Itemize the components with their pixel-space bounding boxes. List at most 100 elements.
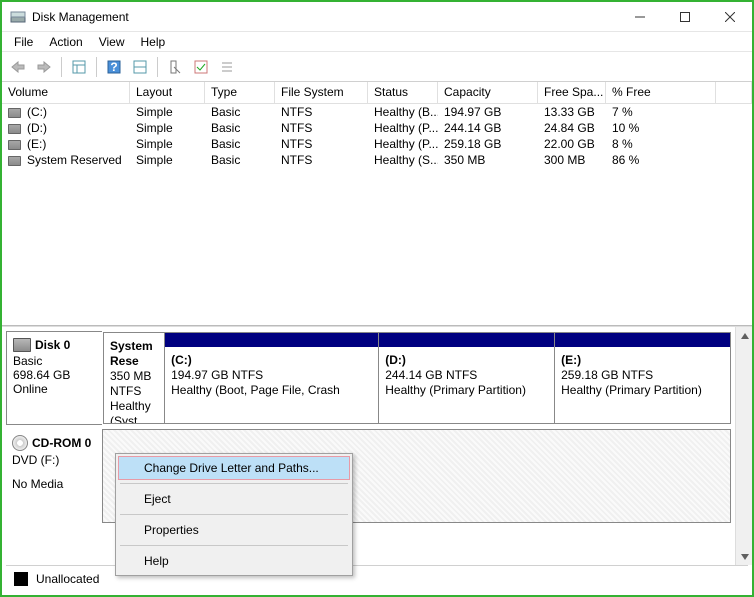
vertical-scrollbar[interactable] [735, 327, 752, 565]
context-menu: Change Drive Letter and Paths... Eject P… [115, 453, 353, 576]
cell-name: (D:) [2, 121, 130, 135]
disk-icon [13, 338, 31, 352]
view-button[interactable] [67, 55, 91, 79]
cell-free: 22.00 GB [538, 137, 606, 151]
col-type[interactable]: Type [205, 82, 275, 104]
cell-type: Basic [205, 121, 275, 135]
col-spacer [716, 82, 752, 104]
disk-label-disk0[interactable]: Disk 0 Basic 698.64 GB Online [6, 331, 102, 425]
cell-free: 24.84 GB [538, 121, 606, 135]
partition-name: (E:) [561, 353, 724, 368]
partition-size: 194.97 GB NTFS [171, 368, 372, 383]
table-row[interactable]: (D:)SimpleBasicNTFSHealthy (P...244.14 G… [2, 120, 752, 136]
cdrom-icon [12, 435, 28, 451]
list-button[interactable] [215, 55, 239, 79]
partition[interactable]: System Rese350 MB NTFSHealthy (Syst [103, 332, 165, 424]
cdrom-drive: DVD (F:) [12, 453, 96, 467]
cdrom-status: No Media [12, 477, 96, 491]
cell-cap: 259.18 GB [438, 137, 538, 151]
cell-name: (C:) [2, 105, 130, 119]
partition-name: (D:) [385, 353, 548, 368]
col-freespace[interactable]: Free Spa... [538, 82, 606, 104]
legend-label-unallocated: Unallocated [36, 572, 99, 586]
window-title: Disk Management [32, 10, 617, 24]
volume-icon [8, 156, 21, 166]
cell-fs: NTFS [275, 137, 368, 151]
col-status[interactable]: Status [368, 82, 438, 104]
svg-text:?: ? [110, 60, 117, 74]
disk-status: Online [13, 382, 96, 396]
cell-status: Healthy (P... [368, 137, 438, 151]
cell-fs: NTFS [275, 105, 368, 119]
partition[interactable]: (E:)259.18 GB NTFSHealthy (Primary Parti… [554, 332, 731, 424]
cell-pct: 8 % [606, 137, 716, 151]
maximize-button[interactable] [662, 3, 707, 31]
toolbar-separator [61, 57, 62, 77]
forward-button[interactable] [32, 55, 56, 79]
cell-fs: NTFS [275, 153, 368, 167]
volume-icon [8, 124, 21, 134]
help-button[interactable]: ? [102, 55, 126, 79]
settings-button[interactable] [163, 55, 187, 79]
cell-status: Healthy (P... [368, 121, 438, 135]
partition[interactable]: (D:)244.14 GB NTFSHealthy (Primary Parti… [378, 332, 555, 424]
disk0-partitions: System Rese350 MB NTFSHealthy (Syst(C:)1… [102, 331, 731, 425]
partition-name: (C:) [171, 353, 372, 368]
table-row[interactable]: (C:)SimpleBasicNTFSHealthy (B...194.97 G… [2, 104, 752, 120]
cell-status: Healthy (B... [368, 105, 438, 119]
col-layout[interactable]: Layout [130, 82, 205, 104]
layout-button[interactable] [128, 55, 152, 79]
disk-row-disk0: Disk 0 Basic 698.64 GB Online System Res… [6, 331, 731, 425]
cell-status: Healthy (S... [368, 153, 438, 167]
cell-name: System Reserved [2, 153, 130, 167]
cell-free: 13.33 GB [538, 105, 606, 119]
app-icon [10, 9, 26, 25]
disk-size: 698.64 GB [13, 368, 96, 382]
menu-help[interactable]: Help [133, 33, 174, 51]
cell-pct: 7 % [606, 105, 716, 119]
menu-action[interactable]: Action [41, 33, 90, 51]
cell-layout: Simple [130, 153, 205, 167]
partition-size: 350 MB NTFS [110, 369, 158, 399]
col-filesystem[interactable]: File System [275, 82, 368, 104]
cell-fs: NTFS [275, 121, 368, 135]
volume-list-header: Volume Layout Type File System Status Ca… [2, 82, 752, 104]
volume-list-body: (C:)SimpleBasicNTFSHealthy (B...194.97 G… [2, 104, 752, 325]
check-button[interactable] [189, 55, 213, 79]
context-menu-help[interactable]: Help [118, 549, 350, 573]
back-button[interactable] [6, 55, 30, 79]
toolbar-separator [96, 57, 97, 77]
partition[interactable]: (C:)194.97 GB NTFSHealthy (Boot, Page Fi… [164, 332, 379, 424]
cell-pct: 10 % [606, 121, 716, 135]
partition-size: 244.14 GB NTFS [385, 368, 548, 383]
cell-cap: 350 MB [438, 153, 538, 167]
menu-view[interactable]: View [91, 33, 133, 51]
close-button[interactable] [707, 3, 752, 31]
cell-free: 300 MB [538, 153, 606, 167]
context-menu-separator [120, 514, 348, 515]
disk-label-cdrom0[interactable]: CD-ROM 0 DVD (F:) No Media [6, 429, 102, 523]
cell-type: Basic [205, 137, 275, 151]
minimize-button[interactable] [617, 3, 662, 31]
context-menu-change-drive-letter[interactable]: Change Drive Letter and Paths... [118, 456, 350, 480]
cell-pct: 86 % [606, 153, 716, 167]
volume-icon [8, 140, 21, 150]
context-menu-properties[interactable]: Properties [118, 518, 350, 542]
cell-name: (E:) [2, 137, 130, 151]
col-volume[interactable]: Volume [2, 82, 130, 104]
table-row[interactable]: System ReservedSimpleBasicNTFSHealthy (S… [2, 152, 752, 168]
toolbar-separator [157, 57, 158, 77]
partition-stripe [379, 333, 554, 347]
cell-cap: 194.97 GB [438, 105, 538, 119]
menu-file[interactable]: File [6, 33, 41, 51]
volume-list: Volume Layout Type File System Status Ca… [2, 82, 752, 326]
scroll-down-arrow[interactable] [736, 548, 753, 565]
scroll-up-arrow[interactable] [736, 327, 753, 344]
col-capacity[interactable]: Capacity [438, 82, 538, 104]
cell-cap: 244.14 GB [438, 121, 538, 135]
context-menu-eject[interactable]: Eject [118, 487, 350, 511]
context-menu-separator [120, 545, 348, 546]
menubar: File Action View Help [2, 32, 752, 52]
table-row[interactable]: (E:)SimpleBasicNTFSHealthy (P...259.18 G… [2, 136, 752, 152]
col-pctfree[interactable]: % Free [606, 82, 716, 104]
